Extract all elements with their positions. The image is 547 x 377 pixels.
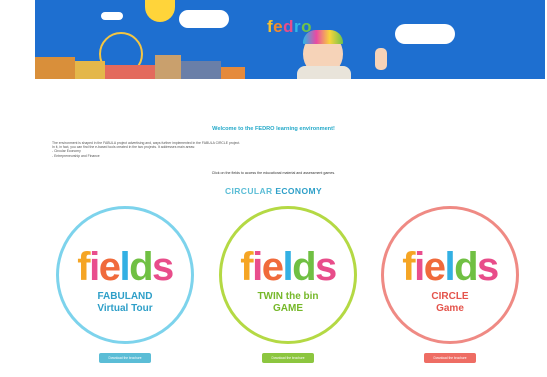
fields-logo-letter: d xyxy=(454,245,478,289)
fields-logo-letter: d xyxy=(129,245,153,289)
download-brochure-button[interactable]: Download the brochure xyxy=(424,353,476,363)
fields-logo: fields xyxy=(222,247,354,287)
fields-logo-letter: f xyxy=(240,245,253,289)
download-brochure-button[interactable]: Download the brochure xyxy=(99,353,151,363)
download-brochure-button[interactable]: Download the brochure xyxy=(262,353,314,363)
cloud-illustration xyxy=(395,24,455,44)
fields-logo-letter: e xyxy=(98,245,121,289)
header-banner: fedro xyxy=(35,0,545,79)
fields-logo-letter: l xyxy=(444,245,455,289)
fields-logo-letter: s xyxy=(477,245,499,289)
fedro-logo[interactable]: fedro xyxy=(267,17,312,37)
fields-logo-letter: e xyxy=(261,245,284,289)
page-title: Welcome to the FEDRO learning environmen… xyxy=(212,126,335,132)
cloud-illustration xyxy=(179,10,229,28)
fields-logo-letter: e xyxy=(423,245,446,289)
fabuland-card[interactable]: fields FABULAND Virtual Tour xyxy=(56,206,194,344)
fields-logo-letter: i xyxy=(414,245,425,289)
card-subtitle: Virtual Tour xyxy=(97,303,153,314)
building-illustration xyxy=(155,55,181,79)
fields-logo: fields xyxy=(59,247,191,287)
sun-illustration xyxy=(145,0,175,22)
logo-letter: d xyxy=(283,17,295,36)
logo-letter: o xyxy=(301,17,313,36)
fields-logo-letter: s xyxy=(152,245,174,289)
fields-logo-letter: f xyxy=(402,245,415,289)
fields-logo-letter: f xyxy=(77,245,90,289)
kid-mascot-body xyxy=(297,66,351,79)
building-illustration xyxy=(105,65,155,79)
card-title: TWIN the bin xyxy=(257,291,319,302)
twin-the-bin-card[interactable]: fields TWIN the bin GAME xyxy=(219,206,357,344)
fields-logo-letter: i xyxy=(89,245,100,289)
cloud-illustration xyxy=(101,12,123,20)
card-subtitle: GAME xyxy=(273,303,303,314)
circle-game-card[interactable]: fields CIRCLE Game xyxy=(381,206,519,344)
fields-logo-letter: s xyxy=(315,245,337,289)
waving-hand xyxy=(375,48,387,70)
fields-logo-letter: l xyxy=(119,245,130,289)
fields-logo-letter: i xyxy=(252,245,263,289)
fields-logo: fields xyxy=(384,247,516,287)
logo-letter: r xyxy=(294,17,302,36)
card-title: CIRCLE xyxy=(431,291,469,302)
intro-text: The environment is shaped in the FABULA … xyxy=(52,141,492,158)
building-illustration xyxy=(75,61,105,79)
building-illustration xyxy=(221,67,245,79)
building-illustration xyxy=(35,57,75,79)
fields-logo-letter: l xyxy=(282,245,293,289)
building-illustration xyxy=(181,61,221,79)
instruction-text: Click on the fields to access the educat… xyxy=(211,171,336,175)
intro-line: - Entrepreneurship and Finance xyxy=(52,153,100,158)
logo-letter: e xyxy=(273,17,284,36)
section-heading: CIRCULAR ECONOMY xyxy=(0,186,547,196)
card-title: FABULAND xyxy=(97,291,153,302)
fields-logo-letter: d xyxy=(292,245,316,289)
section-heading-word: ECONOMY xyxy=(275,186,323,196)
section-heading-word: CIRCULAR xyxy=(224,186,273,196)
card-subtitle: Game xyxy=(436,303,464,314)
